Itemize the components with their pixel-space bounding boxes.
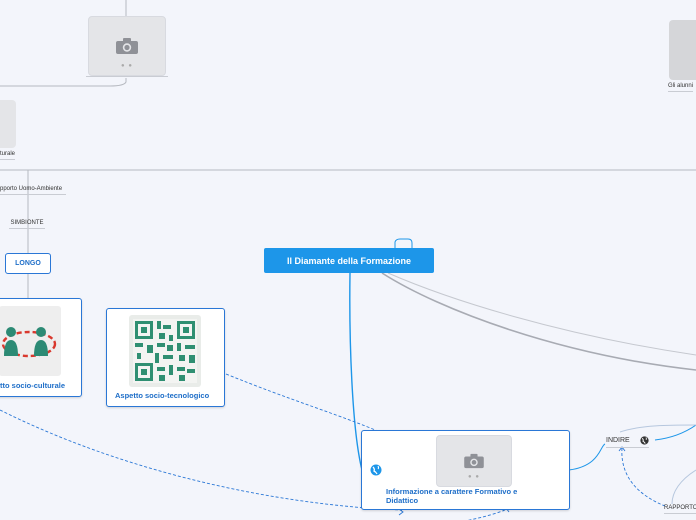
link-photo-to-left xyxy=(0,78,127,87)
link-dashed-culturale xyxy=(0,409,403,511)
photo-placeholder-info: ● ● xyxy=(436,435,512,487)
link-dashed-tecnologico xyxy=(225,373,381,433)
camera-icon xyxy=(464,453,484,469)
link-rapporto-right xyxy=(671,469,696,505)
link-central-right xyxy=(381,272,696,371)
link-indire-right-2 xyxy=(619,424,696,433)
node-aspetto-socio-culturale[interactable]: tto socio-culturale xyxy=(0,298,82,397)
label-rapporto-uomo-ambiente: pporto Uomo-Ambiente xyxy=(0,186,66,195)
node-longo[interactable]: LONGO xyxy=(5,253,51,274)
node-title-socio-culturale: tto socio-culturale xyxy=(0,381,66,390)
label-rapporto: RAPPORTO xyxy=(664,505,696,514)
label-simbionte: SIMBIONTE xyxy=(9,220,45,229)
link-central-top xyxy=(394,238,413,248)
link-central-right-2 xyxy=(387,272,696,356)
link-dashed-rapporto xyxy=(621,447,666,507)
node-title-informazione: Informazione a carattere Formativo e Did… xyxy=(386,487,518,505)
link-dashed-bottom xyxy=(467,509,506,520)
label-gli-alunni: Gli alunni xyxy=(668,83,694,92)
people-icon xyxy=(0,306,61,376)
label-sociale-culturale: turale xyxy=(0,151,16,160)
node-title-socio-tecnologico: Aspetto socio-tecnologico xyxy=(115,391,210,400)
camera-icon xyxy=(116,38,138,54)
carousel-dots: ● ● xyxy=(468,474,480,480)
label-indire[interactable]: INDIRE xyxy=(606,436,649,448)
globe-icon[interactable] xyxy=(640,436,649,445)
carousel-dots: ● ● xyxy=(121,63,133,69)
link-indire-right xyxy=(654,424,696,441)
node-aspetto-socio-tecnologico[interactable]: Aspetto socio-tecnologico xyxy=(106,308,225,407)
node-informazione-formativo-didattico[interactable]: ● ● Informazione a carattere Formativo e… xyxy=(361,430,570,510)
link-info-indire xyxy=(568,443,606,471)
photo-placeholder-top: ● ● xyxy=(88,16,166,76)
qr-code-icon xyxy=(129,315,201,387)
globe-icon[interactable] xyxy=(370,463,382,476)
photo-underline xyxy=(86,76,168,77)
photo-placeholder-right xyxy=(669,20,696,80)
indire-text: INDIRE xyxy=(606,437,630,444)
photo-placeholder-left xyxy=(0,100,16,148)
central-topic[interactable]: Il Diamante della Formazione xyxy=(264,248,434,273)
